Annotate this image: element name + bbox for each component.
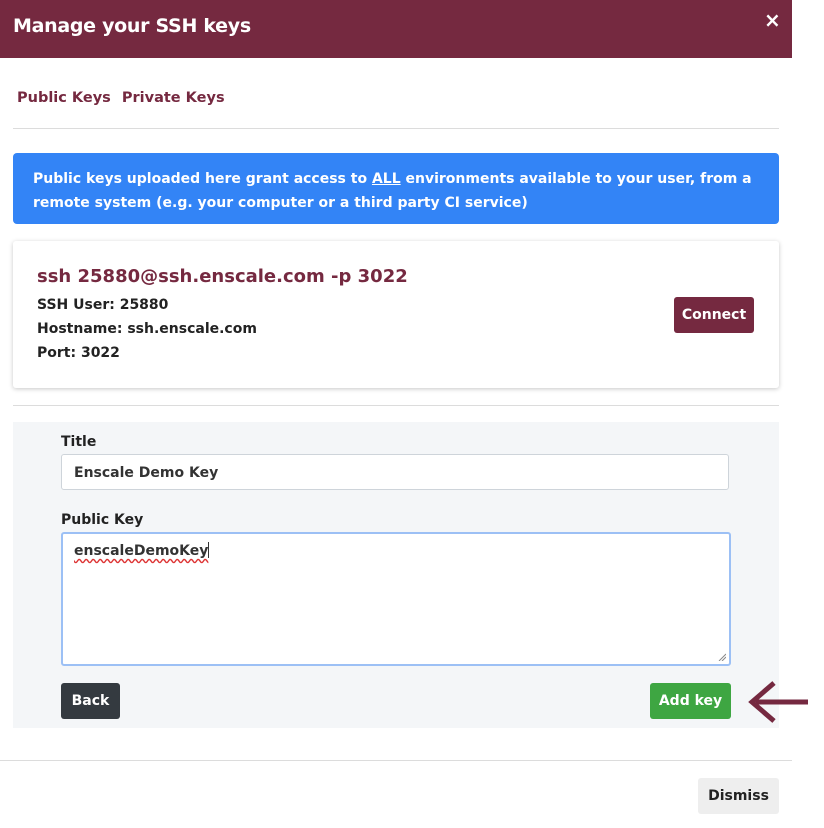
arrow-left-icon (748, 681, 808, 723)
add-key-form: Title Enscale Demo Key Public Key enscal… (13, 422, 779, 728)
ssh-connection-card: ssh 25880@ssh.enscale.com -p 3022 SSH Us… (13, 241, 779, 388)
modal-header: Manage your SSH keys × (0, 0, 792, 58)
ssh-user: SSH User: 25880 (37, 297, 169, 313)
title-label: Title (61, 434, 97, 450)
alert-text: Public keys uploaded here grant access t… (33, 167, 753, 215)
info-alert: Public keys uploaded here grant access t… (13, 153, 779, 224)
footer-divider (0, 760, 792, 761)
ssh-port: Port: 3022 (37, 345, 120, 361)
alert-emphasis: ALL (371, 171, 401, 187)
divider (13, 405, 779, 406)
public-key-textarea[interactable]: enscaleDemoKey (61, 532, 731, 666)
back-button[interactable]: Back (61, 683, 120, 719)
add-key-button[interactable]: Add key (650, 683, 731, 719)
modal-title: Manage your SSH keys (13, 15, 251, 37)
divider (13, 128, 779, 129)
ssh-command: ssh 25880@ssh.enscale.com -p 3022 (37, 266, 408, 287)
tab-private-keys[interactable]: Private Keys (122, 90, 225, 106)
close-icon[interactable]: × (764, 9, 781, 31)
ssh-hostname: Hostname: ssh.enscale.com (37, 321, 257, 337)
alert-text-before: Public keys uploaded here grant access t… (33, 171, 372, 187)
public-key-value: enscaleDemoKey (74, 543, 209, 559)
tab-public-keys[interactable]: Public Keys (17, 90, 111, 106)
public-key-label: Public Key (61, 512, 144, 528)
key-tabs: Public Keys Private Keys (17, 90, 231, 106)
title-input[interactable]: Enscale Demo Key (61, 454, 729, 490)
resize-grip-icon[interactable] (718, 653, 726, 661)
dismiss-button[interactable]: Dismiss (698, 778, 779, 814)
connect-button[interactable]: Connect (674, 297, 754, 333)
text-caret (208, 542, 210, 558)
